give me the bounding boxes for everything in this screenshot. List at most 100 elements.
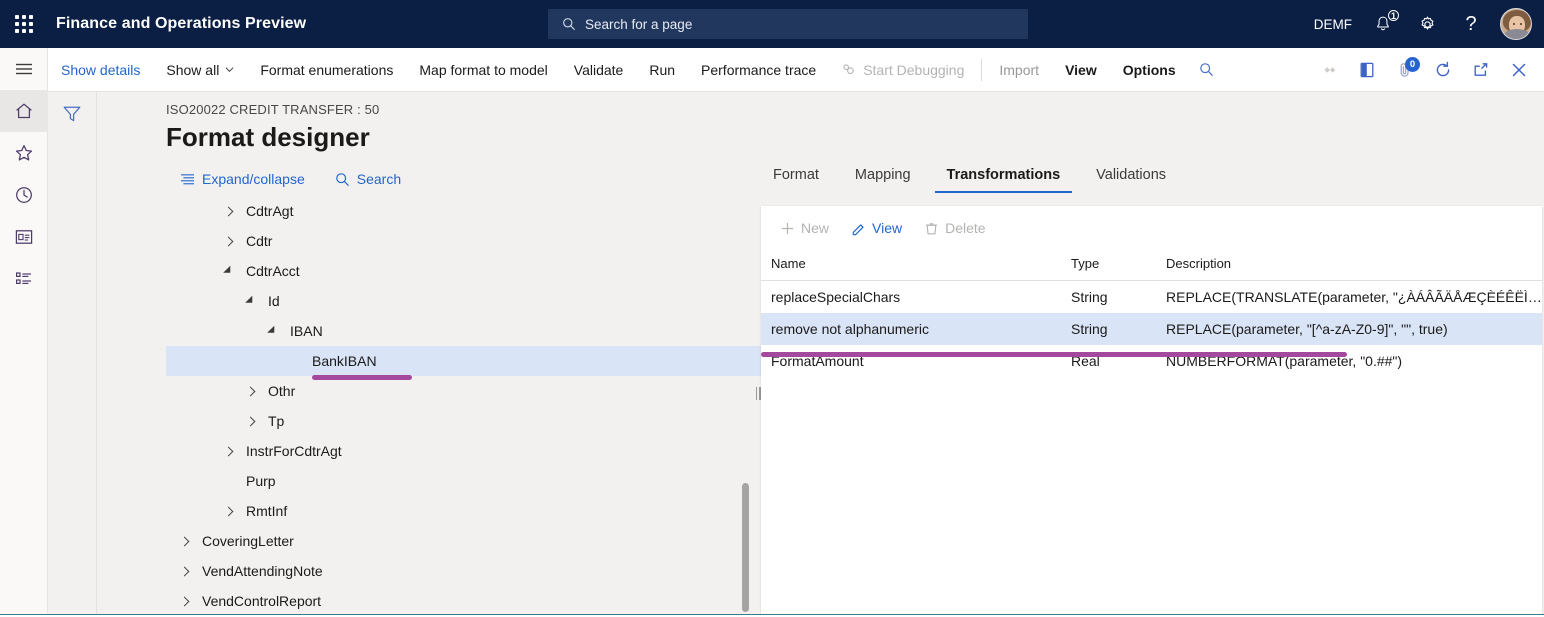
- sidebar-item-workspaces[interactable]: [0, 216, 48, 258]
- tab-format[interactable]: Format: [773, 160, 837, 190]
- app-header: Finance and Operations Preview Search fo…: [0, 0, 1544, 48]
- toolbar-options[interactable]: Options: [1110, 48, 1189, 92]
- toolbar-right-actions: 0: [1310, 48, 1538, 92]
- chevron-right-glyph: [223, 446, 233, 456]
- tree-node-cdtragt[interactable]: CdtrAgt: [166, 196, 761, 226]
- chevron-right-icon[interactable]: [218, 238, 240, 245]
- tab-transformations[interactable]: Transformations: [929, 160, 1079, 190]
- open-in-new-window-button[interactable]: [1462, 48, 1500, 92]
- toolbar-view[interactable]: View: [1052, 48, 1110, 92]
- gear-icon: [1418, 15, 1437, 34]
- page-content: ISO20022 CREDIT TRANSFER : 50 Format des…: [97, 92, 1544, 617]
- attachments-button[interactable]: 0: [1386, 48, 1424, 92]
- toolbar-validate-label: Validate: [574, 62, 624, 78]
- toolbar-import[interactable]: Import: [986, 48, 1052, 92]
- office-integration-button[interactable]: [1348, 48, 1386, 92]
- chevron-right-icon[interactable]: [218, 208, 240, 215]
- help-button[interactable]: ?: [1450, 0, 1492, 48]
- global-search-input[interactable]: Search for a page: [548, 9, 1028, 39]
- chevron-down-glyph: [245, 296, 256, 307]
- view-button[interactable]: View: [842, 213, 911, 243]
- tree-node-iban[interactable]: IBAN: [166, 316, 761, 346]
- chevron-right-icon[interactable]: [174, 598, 196, 605]
- close-button[interactable]: [1500, 48, 1538, 92]
- chevron-right-icon[interactable]: [240, 418, 262, 425]
- hamburger-icon: [14, 61, 34, 77]
- tree-node-bankiban[interactable]: BankIBAN: [166, 346, 761, 376]
- column-header-type[interactable]: Type: [1071, 250, 1166, 281]
- tree-node-rmtinf[interactable]: RmtInf: [166, 496, 761, 526]
- global-search-placeholder: Search for a page: [585, 17, 692, 32]
- refresh-button[interactable]: [1424, 48, 1462, 92]
- toolbar-run[interactable]: Run: [636, 48, 688, 92]
- tree-node-othr[interactable]: Othr: [166, 376, 761, 406]
- chevron-right-icon[interactable]: [218, 508, 240, 515]
- tree-node-instrforcdtragt[interactable]: InstrForCdtrAgt: [166, 436, 761, 466]
- avatar-shoulders: [1504, 29, 1530, 40]
- workspace-card-icon: [14, 228, 34, 246]
- star-icon: [14, 143, 34, 163]
- toolbar-import-label: Import: [999, 62, 1039, 78]
- tree-node-cdtracct[interactable]: CdtrAcct: [166, 256, 761, 286]
- tree-node-label: Purp: [246, 473, 276, 489]
- sidebar-item-home[interactable]: [0, 90, 48, 132]
- table-row[interactable]: replaceSpecialCharsStringREPLACE(TRANSLA…: [761, 281, 1542, 314]
- tree-node-purp[interactable]: Purp: [166, 466, 761, 496]
- sidebar-item-menu[interactable]: [0, 48, 48, 90]
- toolbar-validate[interactable]: Validate: [561, 48, 637, 92]
- toolbar-show-all[interactable]: Show all: [153, 48, 247, 92]
- tab-label: Validations: [1096, 167, 1166, 183]
- tree-node-id[interactable]: Id: [166, 286, 761, 316]
- sidebar-item-modules[interactable]: [0, 258, 48, 300]
- chevron-down-icon[interactable]: [240, 296, 262, 306]
- notifications-button[interactable]: 1: [1362, 0, 1404, 48]
- table-row[interactable]: remove not alphanumericStringREPLACE(par…: [761, 313, 1542, 345]
- app-launcher-button[interactable]: [0, 0, 48, 48]
- column-header-name[interactable]: Name: [761, 250, 1071, 281]
- settings-button[interactable]: [1406, 0, 1448, 48]
- chevron-right-icon[interactable]: [240, 388, 262, 395]
- cell-description: REPLACE(TRANSLATE(parameter, "¿ÀÁÂÃÄÅÆÇÈ…: [1166, 281, 1542, 314]
- chevron-right-icon[interactable]: [218, 448, 240, 455]
- toolbar-format-enumerations[interactable]: Format enumerations: [247, 48, 406, 92]
- cell-description: REPLACE(parameter, "[^a-zA-Z0-9]", "", t…: [1166, 313, 1542, 345]
- tree-node-tp[interactable]: Tp: [166, 406, 761, 436]
- filter-icon[interactable]: [61, 103, 83, 125]
- chevron-right-icon[interactable]: [174, 568, 196, 575]
- tab-mapping[interactable]: Mapping: [837, 160, 929, 190]
- tree-node-vendcontrolreport[interactable]: VendControlReport: [166, 586, 761, 616]
- tree-node-cdtr[interactable]: Cdtr: [166, 226, 761, 256]
- chevron-down-icon[interactable]: [218, 266, 240, 276]
- chevron-right-glyph: [179, 566, 189, 576]
- close-icon: [1510, 61, 1528, 79]
- tab-validations[interactable]: Validations: [1078, 160, 1184, 190]
- table-row[interactable]: FormatAmountRealNUMBERFORMAT(parameter, …: [761, 345, 1542, 377]
- details-tabs: Format MappingTransformations Validations: [761, 160, 1544, 194]
- chevron-down-icon[interactable]: [262, 326, 284, 336]
- format-tree: CdtrAgtCdtrCdtrAcctIdIBANBankIBANOthrTpI…: [166, 196, 761, 617]
- chevron-right-icon[interactable]: [174, 538, 196, 545]
- toolbar-performance-trace[interactable]: Performance trace: [688, 48, 829, 92]
- tree-scrollbar[interactable]: [742, 196, 752, 617]
- tree-node-coveringletter[interactable]: CoveringLetter: [166, 526, 761, 556]
- avatar[interactable]: [1500, 8, 1532, 40]
- chevron-down-icon: [225, 65, 234, 74]
- expand-collapse-button[interactable]: Expand/collapse: [180, 171, 305, 187]
- tree-scrollbar-thumb[interactable]: [742, 483, 749, 612]
- toolbar-show-details[interactable]: Show details: [48, 48, 153, 92]
- toolbar-map-format-to-model[interactable]: Map format to model: [406, 48, 560, 92]
- company-selector[interactable]: DEMF: [1306, 0, 1360, 48]
- tab-label: Format: [773, 167, 819, 183]
- toolbar-search-button[interactable]: [1189, 48, 1224, 92]
- sidebar-item-recent[interactable]: [0, 174, 48, 216]
- tree-search-button[interactable]: Search: [335, 171, 401, 187]
- waffle-icon: [15, 15, 33, 33]
- attachments-badge: 0: [1405, 57, 1420, 72]
- transformations-grid: Name Type Description replaceSpecialChar…: [761, 250, 1542, 377]
- sidebar-item-favorites[interactable]: [0, 132, 48, 174]
- tree-search-label: Search: [357, 171, 401, 187]
- tree-node-vendattendingnote[interactable]: VendAttendingNote: [166, 556, 761, 586]
- personalize-button[interactable]: [1310, 48, 1348, 92]
- column-header-description[interactable]: Description: [1166, 250, 1542, 281]
- delete-button: Delete: [915, 213, 994, 243]
